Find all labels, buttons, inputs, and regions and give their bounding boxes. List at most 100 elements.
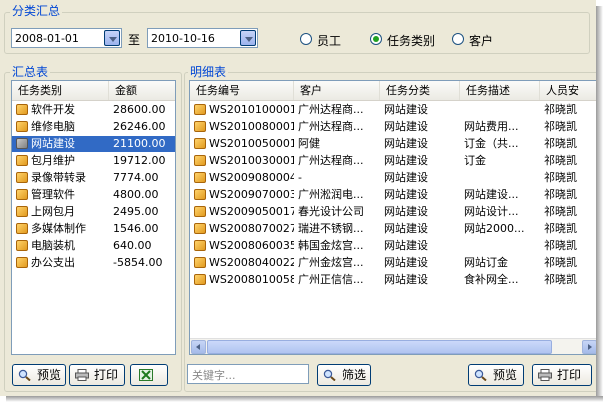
task-desc-cell: 食补网全... xyxy=(464,273,519,286)
table-row[interactable]: WS2008060035 韩国金炫宫... 网站建设 祁晓凯 xyxy=(190,238,596,254)
filter-button[interactable]: 筛选 xyxy=(317,364,371,386)
staff-cell: 祁晓凯 xyxy=(544,120,577,133)
task-desc-cell: 网站订金 xyxy=(464,256,508,269)
table-row[interactable]: WS2008070027 瑞进不锈钢... 网站建设 网站2000... 祁晓凯 xyxy=(190,221,596,237)
date-to-select[interactable]: 2010-10-16 xyxy=(147,28,258,48)
column-header-task-desc[interactable]: 任务描述 xyxy=(460,81,540,100)
task-id-cell: WS2008060035 xyxy=(190,238,294,254)
amount-cell: 1546.00 xyxy=(113,222,159,235)
table-row[interactable]: WS2009080004- 网站建设 祁晓凯 xyxy=(190,170,596,186)
amount-cell: 7774.00 xyxy=(113,171,159,184)
staff-cell: 祁晓凯 xyxy=(544,222,577,235)
column-header-staff[interactable]: 人员安 xyxy=(540,81,596,100)
column-header-task-category[interactable]: 任务类别 xyxy=(12,81,109,100)
task-id-cell: WS2010030001 xyxy=(190,153,294,169)
date-from-select[interactable]: 2008-01-01 xyxy=(11,28,122,48)
summary-preview-button[interactable]: 预览 xyxy=(12,364,66,386)
table-row[interactable]: 管理软件 4800.00 xyxy=(12,187,175,203)
scroll-thumb[interactable] xyxy=(207,340,552,354)
amount-cell: -5854.00 xyxy=(113,256,163,269)
table-row[interactable]: WS2010100001 广州达程商... 网站建设 祁晓凯 xyxy=(190,102,596,118)
report-window: 分类汇总 2008-01-01 至 2010-10-16 员工 任务类别 客户 … xyxy=(0,0,596,396)
task-desc-cell: 网站建设... xyxy=(464,188,519,201)
task-id-cell: WS2008070027 xyxy=(190,221,294,237)
customer-cell: 广州淞润电... xyxy=(298,188,364,201)
scroll-left-icon[interactable] xyxy=(191,340,206,354)
summary-table[interactable]: 任务类别 金额 软件开发 28600.00 维修电脑 26246.00 网站建设 2110… xyxy=(11,80,176,355)
table-row[interactable]: WS2010030001 广州达程商... 网站建设 订金 祁晓凯 xyxy=(190,153,596,169)
magnifier-icon xyxy=(18,369,31,381)
radio-task-category[interactable] xyxy=(370,33,382,45)
table-row[interactable]: 网站建设 21100.00 xyxy=(12,136,175,152)
category-cell: 维修电脑 xyxy=(12,119,109,135)
folder-icon xyxy=(194,189,206,200)
date-from-value: 2008-01-01 xyxy=(15,32,79,45)
customer-cell: 阿健 xyxy=(298,137,320,150)
summary-export-excel-button[interactable] xyxy=(130,364,168,386)
folder-icon xyxy=(194,274,206,285)
table-row[interactable]: WS2008010058 广州正信信... 网站建设 食补网全... 祁晓凯 xyxy=(190,272,596,288)
keyword-search-input[interactable]: 关键字... xyxy=(187,364,309,384)
table-row[interactable]: WS2010050001 阿健 网站建设 订金（共... 祁晓凯 xyxy=(190,136,596,152)
radio-employee[interactable] xyxy=(300,33,312,45)
task-id-cell: WS2010050001 xyxy=(190,136,294,152)
task-type-cell: 网站建设 xyxy=(384,273,428,286)
chevron-down-icon[interactable] xyxy=(240,30,256,46)
task-id-cell: WS2010080001 xyxy=(190,119,294,135)
task-id-cell: WS2009050017 xyxy=(190,204,294,220)
table-row[interactable]: 软件开发 28600.00 xyxy=(12,102,175,118)
amount-cell: 28600.00 xyxy=(113,103,166,116)
task-desc-cell xyxy=(460,102,540,118)
table-row[interactable]: 多媒体制作 1546.00 xyxy=(12,221,175,237)
radio-task-category-label[interactable]: 任务类别 xyxy=(387,32,435,49)
table-row[interactable]: WS2009070003 广州淞润电... 网站建设 网站建设... 祁晓凯 xyxy=(190,187,596,203)
magnifier-icon xyxy=(323,369,336,381)
customer-cell: 广州达程商... xyxy=(298,120,364,133)
table-row[interactable]: 电脑装机 640.00 xyxy=(12,238,175,254)
folder-icon xyxy=(194,155,206,166)
folder-icon xyxy=(16,189,28,200)
task-desc-cell xyxy=(460,170,540,186)
task-desc-cell: 网站费用... xyxy=(464,120,519,133)
chevron-down-icon[interactable] xyxy=(104,30,120,46)
column-header-task-id[interactable]: 任务编号 xyxy=(190,81,294,100)
table-row[interactable]: 办公支出 -5854.00 xyxy=(12,255,175,271)
detail-horizontal-scrollbar[interactable] xyxy=(190,338,596,354)
customer-cell: 广州达程商... xyxy=(298,103,364,116)
table-row[interactable]: 维修电脑 26246.00 xyxy=(12,119,175,135)
table-row[interactable]: WS2010080001 广州达程商... 网站建设 网站费用... 祁晓凯 xyxy=(190,119,596,135)
folder-icon xyxy=(194,121,206,132)
task-desc-cell: 订金（共... xyxy=(464,137,519,150)
summary-print-button[interactable]: 打印 xyxy=(69,364,125,386)
radio-customer[interactable] xyxy=(452,33,464,45)
folder-icon xyxy=(194,223,206,234)
date-to-label: 至 xyxy=(128,33,141,47)
category-cell: 上网包月 xyxy=(12,204,109,220)
folder-icon xyxy=(194,206,206,217)
task-type-cell: 网站建设 xyxy=(384,171,428,184)
column-header-customer[interactable]: 客户 xyxy=(294,81,380,100)
folder-icon xyxy=(16,206,28,217)
column-header-task-type[interactable]: 任务分类 xyxy=(380,81,460,100)
category-cell: 电脑装机 xyxy=(12,238,109,254)
folder-icon xyxy=(194,240,206,251)
table-row[interactable]: 包月维护 19712.00 xyxy=(12,153,175,169)
detail-print-button[interactable]: 打印 xyxy=(532,364,592,386)
scroll-right-icon[interactable] xyxy=(582,340,596,354)
table-row[interactable]: WS2009050017 春光设计公司 网站建设 网站设计... 祁晓凯 xyxy=(190,204,596,220)
folder-icon xyxy=(194,104,206,115)
column-header-amount[interactable]: 金额 xyxy=(109,81,175,100)
table-row[interactable]: WS2008040022 广州金炫宫... 网站建设 网站订金 祁晓凯 xyxy=(190,255,596,271)
task-type-cell: 网站建设 xyxy=(384,188,428,201)
detail-preview-button[interactable]: 预览 xyxy=(468,364,524,386)
category-cell: 软件开发 xyxy=(12,102,109,118)
table-row[interactable]: 录像带转录 7774.00 xyxy=(12,170,175,186)
customer-cell: 春光设计公司 xyxy=(298,205,364,218)
detail-table[interactable]: 任务编号 客户 任务分类 任务描述 人员安 WS2010100001 广州达程商.… xyxy=(189,80,596,355)
task-type-cell: 网站建设 xyxy=(384,154,428,167)
category-cell: 录像带转录 xyxy=(12,170,109,186)
radio-customer-label[interactable]: 客户 xyxy=(469,32,493,49)
staff-cell: 祁晓凯 xyxy=(544,239,577,252)
radio-employee-label[interactable]: 员工 xyxy=(317,32,341,49)
table-row[interactable]: 上网包月 2495.00 xyxy=(12,204,175,220)
